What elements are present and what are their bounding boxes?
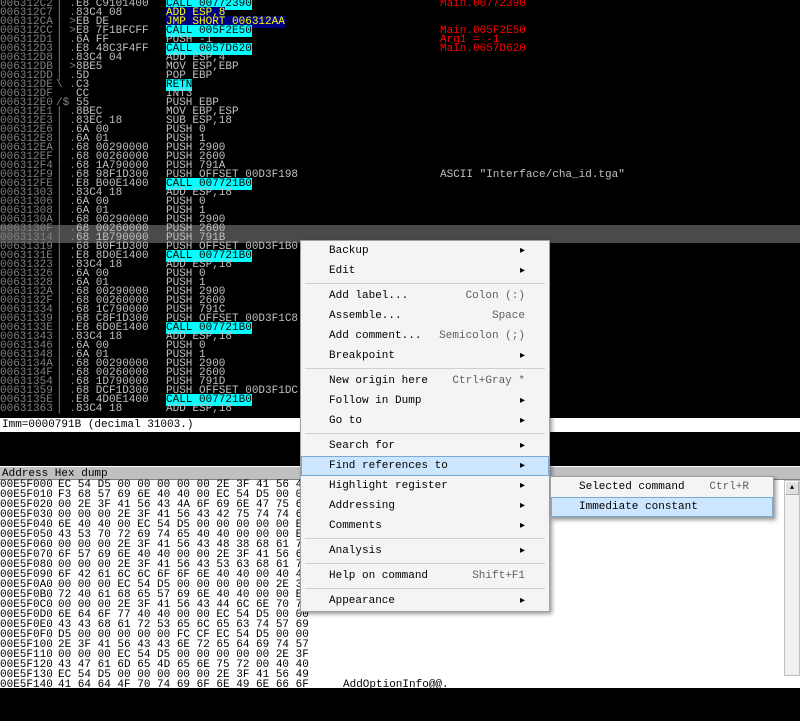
- menu-item-help-on-command[interactable]: Help on commandShift+F1: [301, 566, 549, 586]
- menu-item-comments[interactable]: Comments▸: [301, 516, 549, 536]
- chevron-right-icon: ▸: [520, 480, 525, 492]
- disasm-row[interactable]: 006312C7| .83C4 08ADD ESP,8: [0, 9, 800, 18]
- menu-item-search-for[interactable]: Search for▸: [301, 436, 549, 456]
- context-menu[interactable]: Backup▸Edit▸ Add label...Colon (:)Assembl…: [300, 240, 550, 612]
- scroll-up-icon[interactable]: ▴: [785, 481, 799, 495]
- disasm-row[interactable]: 006312DE\ .C3RETN: [0, 81, 800, 90]
- dump-row[interactable]: 00E5F16074 68 5F 65 72 72 6F 72 40 73 74…: [0, 700, 800, 710]
- disasm-row[interactable]: 006312DD| .5DPOP EBP: [0, 72, 800, 81]
- disasm-row[interactable]: 006312E0/$55PUSH EBP: [0, 99, 800, 108]
- menu-item-addressing[interactable]: Addressing▸: [301, 496, 549, 516]
- menu-item-go-to[interactable]: Go to▸: [301, 411, 549, 431]
- dump-row[interactable]: 00E5F170EC 54 D5 00 00 00 00 00 2E 3F 41…: [0, 710, 800, 720]
- menu-item-add-label-[interactable]: Add label...Colon (:): [301, 286, 549, 306]
- chevron-right-icon: ▸: [520, 545, 525, 557]
- chevron-right-icon: ▸: [520, 395, 525, 407]
- dump-row[interactable]: 00E5F150EC 54 D5 00 00 74 69 6F 6E 49 6E…: [0, 690, 800, 700]
- chevron-right-icon: ▸: [520, 500, 525, 512]
- disasm-row[interactable]: 006312DFCCINT3: [0, 90, 800, 99]
- disasm-row[interactable]: 006312E3| .83EC 18SUB ESP,18: [0, 117, 800, 126]
- disasm-row[interactable]: 00631303| .83C4 18ADD ESP,18: [0, 189, 800, 198]
- menu-item-find-references-to[interactable]: Find references to▸: [301, 456, 549, 476]
- menu-item-selected-command[interactable]: Selected commandCtrl+R: [551, 477, 773, 497]
- disasm-row[interactable]: 006312E6| .6A 00PUSH 0: [0, 126, 800, 135]
- menu-item-follow-in-dump[interactable]: Follow in Dump▸: [301, 391, 549, 411]
- chevron-right-icon: ▸: [520, 595, 525, 607]
- disasm-row[interactable]: 006312D8| .83C4 04ADD ESP,4: [0, 54, 800, 63]
- dump-scrollbar[interactable]: ▴: [784, 480, 800, 676]
- submenu-find-references[interactable]: Selected commandCtrl+RImmediate constant: [550, 476, 774, 518]
- menu-item-breakpoint[interactable]: Breakpoint▸: [301, 346, 549, 366]
- dump-row[interactable]: 00E5F14041 64 64 4F 70 74 69 6F 6E 49 6E…: [0, 680, 800, 690]
- menu-item-analysis[interactable]: Analysis▸: [301, 541, 549, 561]
- chevron-right-icon: ▸: [520, 265, 525, 277]
- disasm-row[interactable]: 006312CC| >E8 7F1BFCFFCALL 005F2E50Main.…: [0, 27, 800, 36]
- menu-item-edit[interactable]: Edit▸: [301, 261, 549, 281]
- menu-item-new-origin-here[interactable]: New origin hereCtrl+Gray *: [301, 371, 549, 391]
- chevron-right-icon: ▸: [520, 440, 525, 452]
- menu-item-assemble-[interactable]: Assemble...Space: [301, 306, 549, 326]
- menu-item-add-comment-[interactable]: Add comment...Semicolon (;): [301, 326, 549, 346]
- chevron-right-icon: ▸: [520, 245, 525, 257]
- menu-item-highlight-register[interactable]: Highlight register▸: [301, 476, 549, 496]
- menu-item-appearance[interactable]: Appearance▸: [301, 591, 549, 611]
- chevron-right-icon: ▸: [520, 415, 525, 427]
- disasm-row[interactable]: 00631306| .6A 00PUSH 0: [0, 198, 800, 207]
- chevron-right-icon: ▸: [520, 520, 525, 532]
- chevron-right-icon: ▸: [520, 350, 525, 362]
- chevron-right-icon: ▸: [520, 460, 525, 472]
- disasm-row[interactable]: 006312DB| >8BE5MOV ESP,EBP: [0, 63, 800, 72]
- menu-item-backup[interactable]: Backup▸: [301, 241, 549, 261]
- menu-item-immediate-constant[interactable]: Immediate constant: [551, 497, 773, 517]
